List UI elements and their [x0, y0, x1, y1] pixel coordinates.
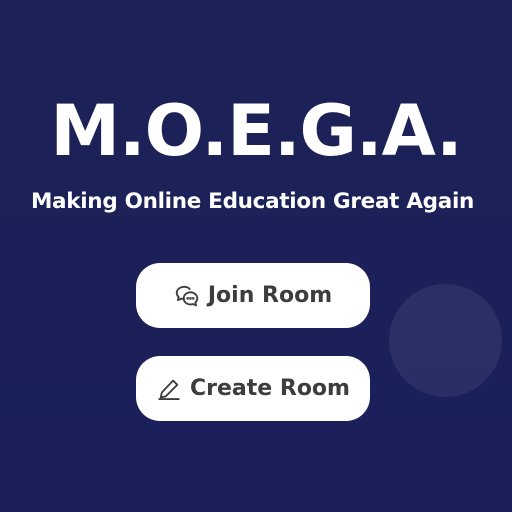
chat-bubbles-icon — [174, 283, 200, 309]
decorative-circle — [389, 284, 502, 397]
join-room-button[interactable]: Join Room — [136, 263, 370, 328]
join-room-label: Join Room — [207, 282, 333, 308]
pencil-icon — [156, 376, 182, 402]
create-room-label: Create Room — [190, 375, 350, 401]
app-title: M.O.E.G.A. — [50, 90, 462, 172]
create-room-button[interactable]: Create Room — [136, 356, 370, 421]
app-tagline: Making Online Education Great Again — [30, 189, 475, 214]
